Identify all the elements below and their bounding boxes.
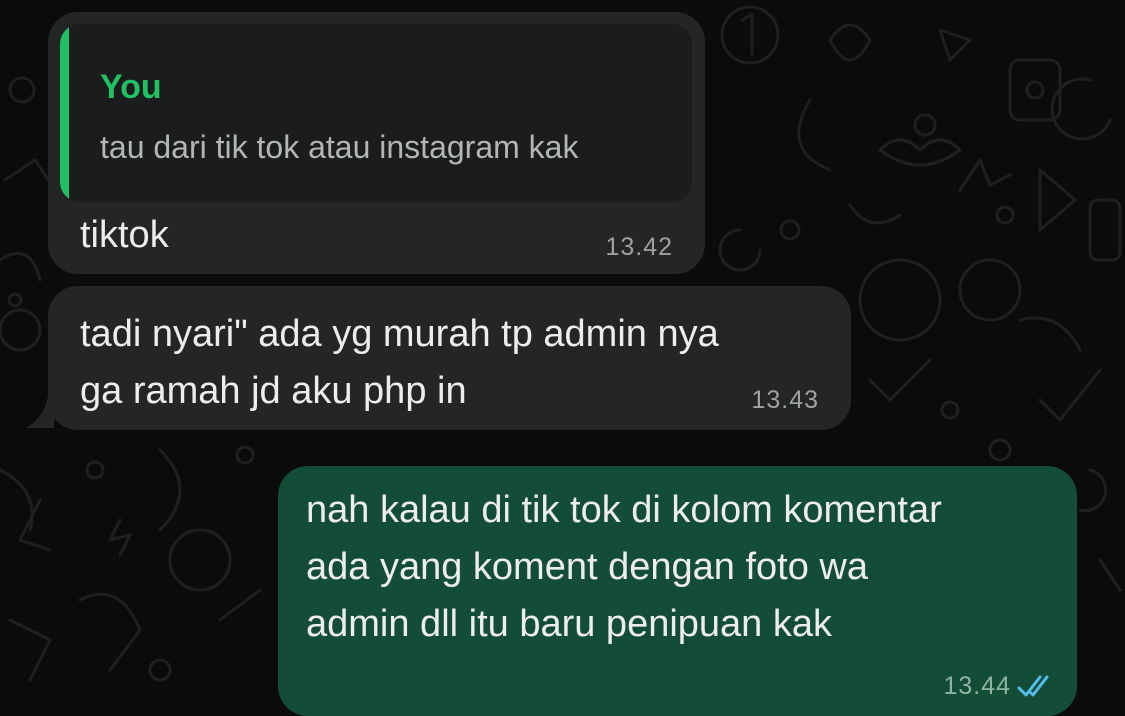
quote-accent-bar	[60, 24, 69, 202]
message-time: 13.42	[605, 233, 673, 261]
message-text: tiktok	[80, 214, 169, 256]
message-line: ada yang koment dengan foto wa	[306, 546, 868, 588]
read-double-check-icon	[1017, 675, 1049, 696]
quoted-text: tau dari tik tok atau instagram kak	[100, 129, 579, 165]
quoted-reply[interactable]: You tau dari tik tok atau instagram kak	[60, 24, 692, 202]
message-time: 13.44	[943, 672, 1011, 700]
message-line: tadi nyari" ada yg murah tp admin nya	[80, 313, 719, 355]
message-text: nah kalau di tik tok di kolom komentar a…	[306, 482, 942, 653]
quoted-sender: You	[100, 68, 162, 106]
message-line: nah kalau di tik tok di kolom komentar	[306, 489, 942, 531]
message-bubble-outgoing[interactable]: nah kalau di tik tok di kolom komentar a…	[278, 466, 1077, 716]
message-text: tadi nyari" ada yg murah tp admin nya ga…	[80, 306, 719, 420]
message-line: admin dll itu baru penipuan kak	[306, 603, 833, 645]
message-bubble-incoming[interactable]: tadi nyari" ada yg murah tp admin nya ga…	[48, 286, 851, 430]
message-time: 13.43	[751, 386, 819, 414]
message-line: ga ramah jd aku php in	[80, 370, 467, 412]
message-bubble-incoming[interactable]: You tau dari tik tok atau instagram kak …	[48, 12, 705, 274]
message-meta: 13.44	[943, 672, 1055, 701]
